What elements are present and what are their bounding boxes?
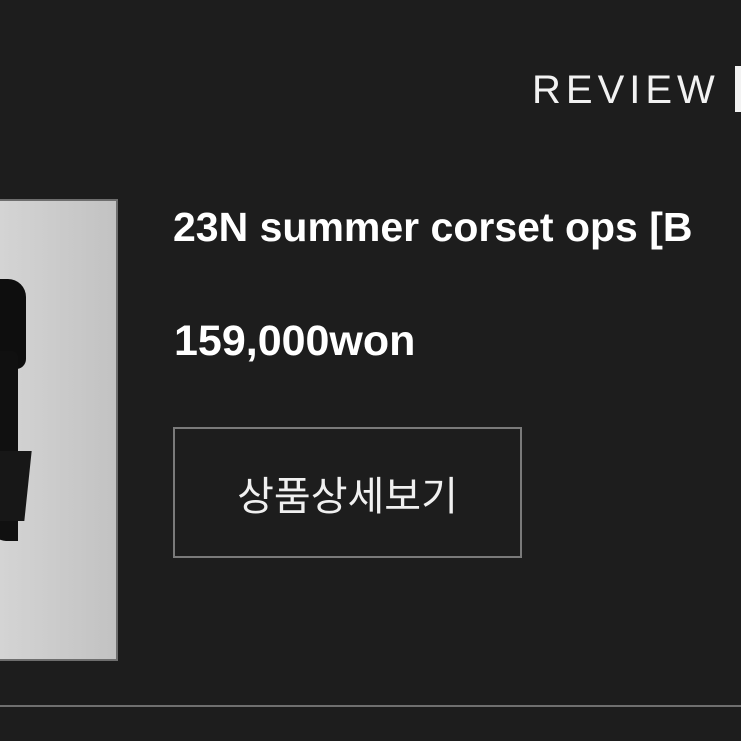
review-title-overflow xyxy=(735,66,741,112)
bottom-divider xyxy=(0,705,741,707)
product-image[interactable] xyxy=(0,199,118,661)
review-page: REVIEW 23N summer corset ops [B 159,000w… xyxy=(0,0,741,741)
product-price: 159,000won xyxy=(174,317,416,365)
review-title: REVIEW xyxy=(532,68,720,112)
product-detail-button[interactable]: 상품상세보기 xyxy=(173,427,522,558)
product-name[interactable]: 23N summer corset ops [B xyxy=(173,204,693,250)
